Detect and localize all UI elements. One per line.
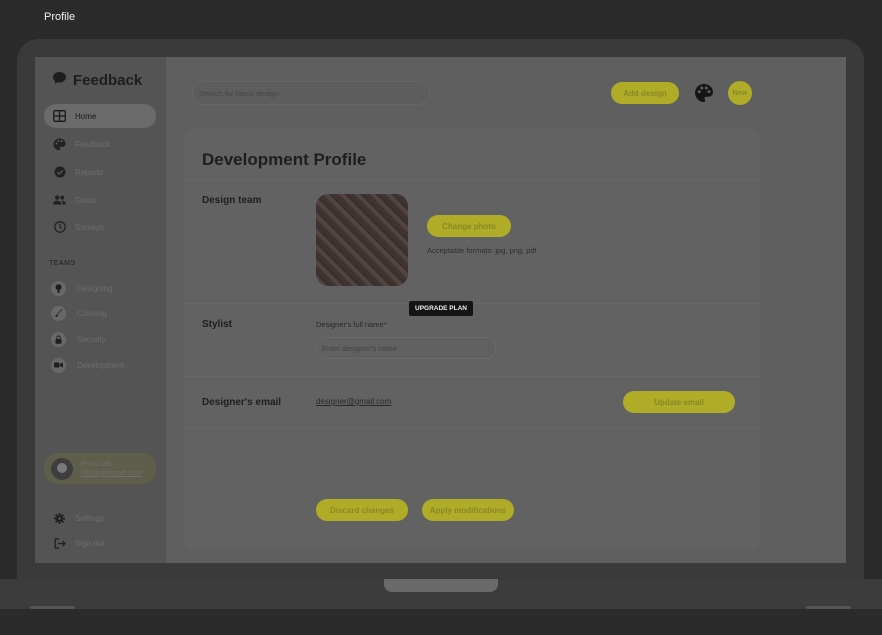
bulb-icon [51, 280, 66, 296]
palette-icon [53, 138, 66, 151]
brush-icon [51, 305, 66, 321]
sidebar: Feedback Home Feedback Reports Goals Sur… [35, 57, 166, 563]
lock-icon [51, 331, 66, 347]
laptop-foot-left [30, 606, 75, 609]
sign-out-link[interactable]: Sign out [44, 531, 156, 555]
new-button[interactable]: New [728, 81, 752, 105]
team-item-development[interactable]: Development [51, 357, 124, 373]
sidebar-item-label: Feedback [75, 139, 111, 149]
check-circle-icon [53, 166, 66, 179]
page-title: Development Profile [202, 150, 367, 169]
brand-logo[interactable]: Feedback [52, 71, 142, 89]
team-item-label: Security [77, 334, 106, 344]
designer-email-value[interactable]: designer@gmail.com [316, 397, 391, 406]
laptop-foot-right [806, 606, 851, 609]
discard-changes-button[interactable]: Discard changes [316, 499, 408, 521]
fabric-photo [316, 194, 408, 286]
profile-card: Development Profile Design team Change p… [184, 129, 760, 549]
laptop-notch [384, 579, 498, 592]
stylist-label: Stylist [202, 319, 233, 330]
account-email[interactable]: info@printcraft.com [81, 470, 142, 477]
settings-link[interactable]: Settings [44, 506, 156, 530]
search-input[interactable]: Search for fabric design [192, 81, 430, 105]
account-card[interactable]: PrintCraft info@printcraft.com [44, 453, 156, 484]
gear-icon [53, 512, 66, 525]
add-design-button[interactable]: Add design [611, 82, 679, 104]
sign-out-icon [53, 537, 66, 550]
apply-modifications-button[interactable]: Apply modifications [422, 499, 514, 521]
team-item-coloring[interactable]: Coloring [51, 305, 107, 321]
sign-out-label: Sign out [75, 538, 105, 548]
main-content: Search for fabric design Add design New … [166, 57, 846, 563]
sidebar-item-home[interactable]: Home [44, 104, 156, 128]
teams-section-label: TEAMS [49, 260, 76, 267]
sidebar-item-label: Goals [75, 195, 96, 205]
change-photo-button[interactable]: Change photo [427, 215, 511, 237]
design-team-label: Design team [202, 195, 262, 206]
window-title: Profile [44, 11, 76, 23]
team-item-label: Designing [77, 283, 113, 293]
account-name: PrintCraft [81, 460, 111, 468]
sidebar-item-goals[interactable]: Goals [44, 188, 156, 212]
designer-name-label: Designer's full name* [316, 320, 387, 329]
team-item-security[interactable]: Security [51, 331, 106, 347]
team-item-label: Coloring [77, 308, 107, 318]
app-screen: Feedback Home Feedback Reports Goals Sur… [35, 57, 846, 563]
sidebar-item-label: Surveys [75, 222, 104, 232]
divider [184, 427, 760, 428]
update-email-button[interactable]: Update email [623, 391, 735, 413]
divider [184, 180, 760, 181]
sidebar-item-reports[interactable]: Reports [44, 160, 156, 184]
upgrade-plan-tooltip: UPGRADE PLAN [409, 301, 474, 316]
settings-label: Settings [75, 513, 104, 523]
grid-icon [53, 110, 66, 123]
team-item-designing[interactable]: Designing [51, 280, 113, 296]
accepted-formats-text: Acceptable formats: jpg, png, pdf [427, 246, 537, 255]
sidebar-item-label: Home [75, 111, 97, 121]
brand-name: Feedback [73, 71, 143, 89]
sidebar-item-label: Reports [75, 167, 104, 177]
palette-icon[interactable] [694, 83, 714, 103]
team-item-label: Development [77, 360, 125, 370]
avatar [51, 457, 73, 480]
chat-bubble-icon [52, 71, 67, 89]
sidebar-item-feedback[interactable]: Feedback [44, 132, 156, 156]
sidebar-item-surveys[interactable]: Surveys [44, 215, 156, 239]
people-icon [53, 194, 66, 207]
designer-name-input[interactable]: Enter designer's name [316, 337, 496, 359]
clock-icon [53, 221, 66, 234]
designer-email-label: Designer's email [202, 397, 282, 408]
divider [184, 376, 760, 377]
code-icon [51, 357, 66, 373]
